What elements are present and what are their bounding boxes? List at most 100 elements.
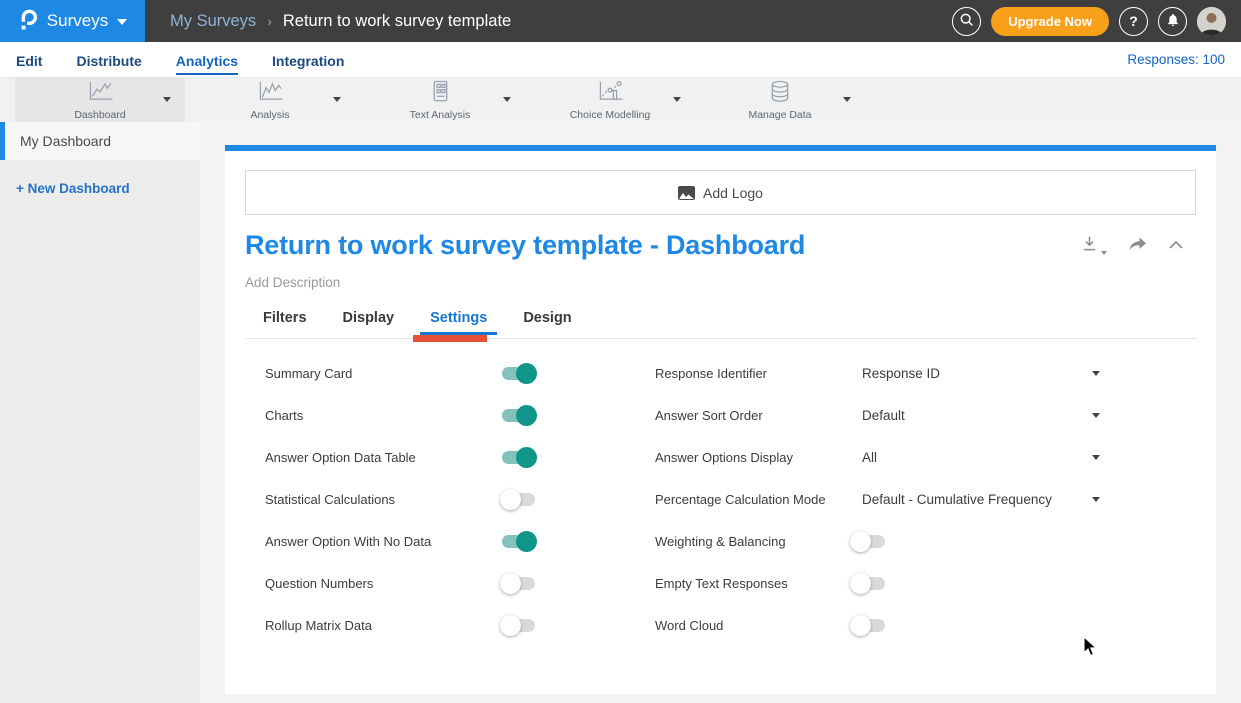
setting-label: Answer Option With No Data: [265, 534, 431, 549]
nav-integration[interactable]: Integration: [272, 45, 344, 75]
document-grid-icon: [427, 80, 453, 108]
question-mark-icon: ?: [1129, 13, 1138, 29]
toolbar-item-label: Text Analysis: [410, 109, 471, 121]
collapse-button[interactable]: [1168, 237, 1184, 255]
toolbar-item-label: Choice Modelling: [570, 109, 651, 121]
toggle-word-cloud[interactable]: [852, 619, 885, 632]
scatter-chart-icon: [595, 80, 625, 108]
setting-row: Percentage Calculation Mode Default - Cu…: [655, 478, 1155, 520]
toolbar-item-label: Manage Data: [748, 109, 811, 121]
share-forward-icon: [1128, 236, 1147, 257]
setting-row: Charts: [265, 394, 685, 436]
chevron-down-icon[interactable]: [1092, 371, 1100, 376]
setting-row: Empty Text Responses: [655, 562, 1155, 604]
main-content-area: Add Logo Return to work survey template …: [200, 122, 1241, 703]
annotation-highlight: [413, 335, 487, 342]
toggle-rollup-matrix-data[interactable]: [502, 619, 535, 632]
toggle-knob: [500, 615, 521, 636]
toggle-knob: [516, 363, 537, 384]
product-switcher[interactable]: Surveys: [0, 0, 145, 42]
nav-edit[interactable]: Edit: [16, 45, 42, 75]
toggle-knob: [500, 489, 521, 510]
setting-label: Percentage Calculation Mode: [655, 492, 826, 507]
toolbar-choice-modelling[interactable]: Choice Modelling: [525, 78, 695, 122]
add-description-field[interactable]: Add Description: [245, 275, 340, 290]
toggle-summary-card[interactable]: [502, 367, 535, 380]
tab-settings[interactable]: Settings: [420, 305, 497, 335]
toggle-charts[interactable]: [502, 409, 535, 422]
toolbar-manage-data[interactable]: Manage Data: [695, 78, 865, 122]
toolbar-dashboard[interactable]: Dashboard: [15, 78, 185, 122]
chevron-down-icon[interactable]: [1092, 497, 1100, 502]
search-button[interactable]: [952, 7, 981, 36]
chevron-down-icon[interactable]: [673, 97, 681, 102]
settings-left-column: Summary Card Charts Answer Option Data T…: [265, 352, 685, 646]
dropdown-response-identifier[interactable]: Response ID: [862, 366, 940, 381]
chevron-down-icon[interactable]: [333, 97, 341, 102]
download-button[interactable]: [1081, 235, 1107, 257]
setting-row: Answer Sort Order Default: [655, 394, 1155, 436]
sidebar-item-my-dashboard[interactable]: My Dashboard: [0, 122, 200, 160]
search-icon: [959, 12, 974, 30]
upgrade-now-button[interactable]: Upgrade Now: [991, 7, 1109, 36]
settings-tabs: Filters Display Settings Design: [253, 305, 582, 335]
breadcrumb: My Surveys › Return to work survey templ…: [170, 12, 511, 31]
settings-right-column: Response Identifier Response ID Answer S…: [655, 352, 1155, 646]
toggle-statistical-calculations[interactable]: [502, 493, 535, 506]
notifications-button[interactable]: [1158, 7, 1187, 36]
user-avatar[interactable]: [1197, 7, 1226, 36]
toggle-weighting-balancing[interactable]: [852, 535, 885, 548]
toolbar-text-analysis[interactable]: Text Analysis: [355, 78, 525, 122]
nav-distribute[interactable]: Distribute: [76, 45, 141, 75]
toggle-question-numbers[interactable]: [502, 577, 535, 590]
breadcrumb-my-surveys[interactable]: My Surveys: [170, 12, 256, 31]
setting-label: Answer Sort Order: [655, 408, 763, 423]
chevron-down-icon[interactable]: [163, 97, 171, 102]
setting-row: Summary Card: [265, 352, 685, 394]
app-window: Surveys My Surveys › Return to work surv…: [0, 0, 1241, 703]
dropdown-answer-sort-order[interactable]: Default: [862, 408, 905, 423]
toggle-answer-option-with-no-data[interactable]: [502, 535, 535, 548]
help-button[interactable]: ?: [1119, 7, 1148, 36]
setting-label: Word Cloud: [655, 618, 723, 633]
setting-label: Question Numbers: [265, 576, 373, 591]
toggle-knob: [500, 573, 521, 594]
chevron-down-icon[interactable]: [843, 97, 851, 102]
setting-row: Answer Options Display All: [655, 436, 1155, 478]
dropdown-answer-options-display[interactable]: All: [862, 450, 877, 465]
toggle-answer-option-data-table[interactable]: [502, 451, 535, 464]
responses-count[interactable]: Responses: 100: [1127, 52, 1225, 67]
chevron-down-icon[interactable]: [1092, 413, 1100, 418]
new-dashboard-button[interactable]: + New Dashboard: [16, 181, 200, 196]
tabs-divider: [245, 338, 1196, 339]
breadcrumb-separator: ›: [267, 13, 272, 29]
setting-label: Empty Text Responses: [655, 576, 788, 591]
setting-label: Response Identifier: [655, 366, 767, 381]
panel-accent-bar: [225, 145, 1216, 151]
image-icon: [678, 186, 695, 200]
toolbar-analysis[interactable]: Analysis: [185, 78, 355, 122]
toggle-knob: [516, 405, 537, 426]
chevron-down-icon: [117, 19, 127, 25]
dropdown-percentage-calculation-mode[interactable]: Default - Cumulative Frequency: [862, 492, 1052, 507]
share-button[interactable]: [1128, 236, 1147, 257]
dashboard-panel: Add Logo Return to work survey template …: [225, 145, 1216, 694]
setting-row: Question Numbers: [265, 562, 685, 604]
tab-display[interactable]: Display: [333, 305, 405, 335]
toggle-empty-text-responses[interactable]: [852, 577, 885, 590]
tab-design[interactable]: Design: [513, 305, 581, 335]
tab-filters[interactable]: Filters: [253, 305, 317, 335]
line-chart-icon: [255, 80, 285, 108]
toggle-knob: [850, 573, 871, 594]
breadcrumb-current-survey: Return to work survey template: [283, 12, 511, 31]
dashboard-title[interactable]: Return to work survey template - Dashboa…: [245, 230, 805, 261]
questionpro-logo-icon: [18, 7, 38, 36]
chevron-down-icon[interactable]: [503, 97, 511, 102]
nav-analytics[interactable]: Analytics: [176, 45, 238, 75]
chevron-down-icon[interactable]: [1092, 455, 1100, 460]
chevron-down-icon: [1101, 251, 1107, 255]
setting-row: Answer Option With No Data: [265, 520, 685, 562]
add-logo-dropzone[interactable]: Add Logo: [245, 170, 1196, 215]
chevron-up-icon: [1168, 237, 1184, 255]
toggle-knob: [850, 615, 871, 636]
